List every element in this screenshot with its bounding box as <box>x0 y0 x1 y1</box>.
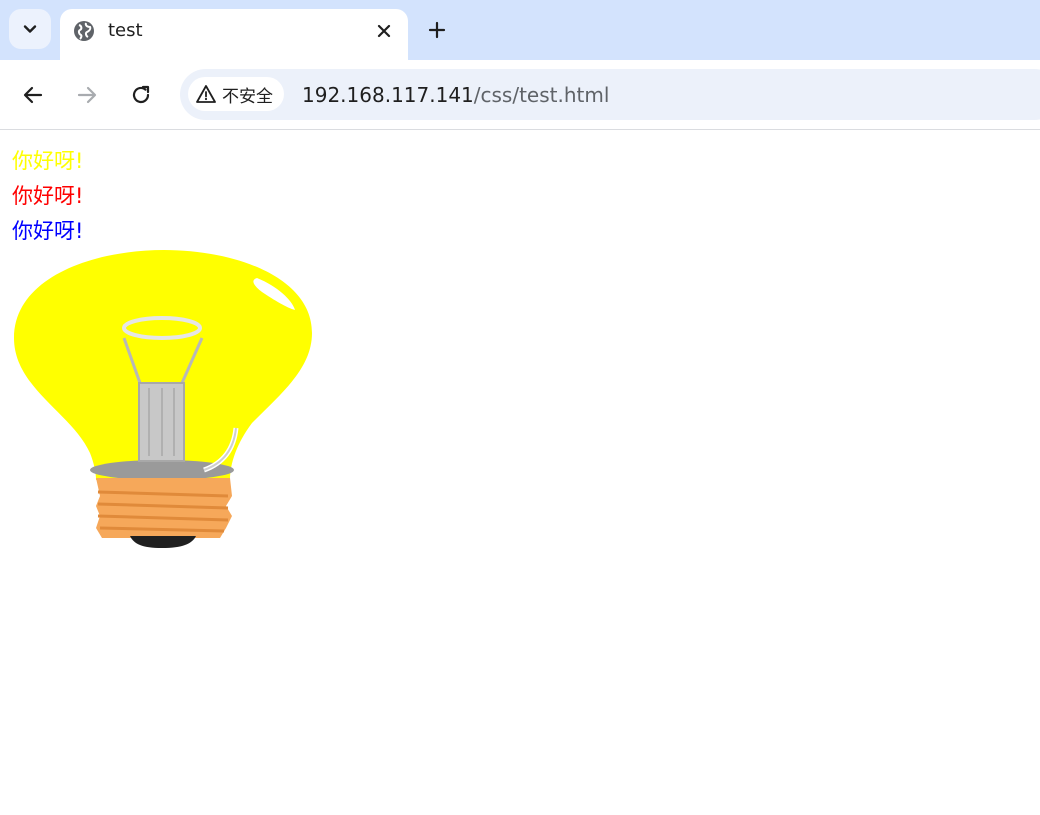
url-host: 192.168.117.141 <box>302 83 474 107</box>
forward-button[interactable] <box>71 79 103 111</box>
greeting-blue: 你好呀! <box>12 219 84 243</box>
tab-close-button[interactable] <box>371 18 397 44</box>
back-button[interactable] <box>17 79 49 111</box>
url-text[interactable]: 192.168.117.141/css/test.html <box>302 82 609 108</box>
greeting-yellow: 你好呀! <box>12 149 84 173</box>
chevron-down-icon <box>23 25 37 33</box>
tab-title: test <box>108 20 143 41</box>
new-tab-button[interactable] <box>423 16 451 44</box>
browser-window: test 不安全 192.168.117.141/css/test.html 你… <box>0 0 1040 815</box>
url-path: /css/test.html <box>473 83 610 107</box>
forward-arrow-icon <box>77 86 97 104</box>
tab-strip: test <box>0 0 1040 60</box>
greeting-red: 你好呀! <box>12 184 84 208</box>
light-bulb-image <box>14 250 312 548</box>
tab-test[interactable]: test <box>60 9 408 60</box>
reload-icon <box>132 85 150 104</box>
reload-button[interactable] <box>125 79 157 111</box>
address-bar[interactable]: 不安全 192.168.117.141/css/test.html <box>180 69 1040 120</box>
page-content: 你好呀! 你好呀! 你好呀! <box>0 130 1040 815</box>
security-label: 不安全 <box>222 86 273 107</box>
toolbar: 不安全 192.168.117.141/css/test.html <box>0 60 1040 130</box>
warning-icon <box>196 85 216 103</box>
security-chip[interactable]: 不安全 <box>188 77 284 111</box>
globe-icon <box>74 21 94 41</box>
close-icon <box>377 24 391 38</box>
plus-icon <box>428 21 446 39</box>
tab-search-button[interactable] <box>9 9 51 49</box>
back-arrow-icon <box>23 86 43 104</box>
